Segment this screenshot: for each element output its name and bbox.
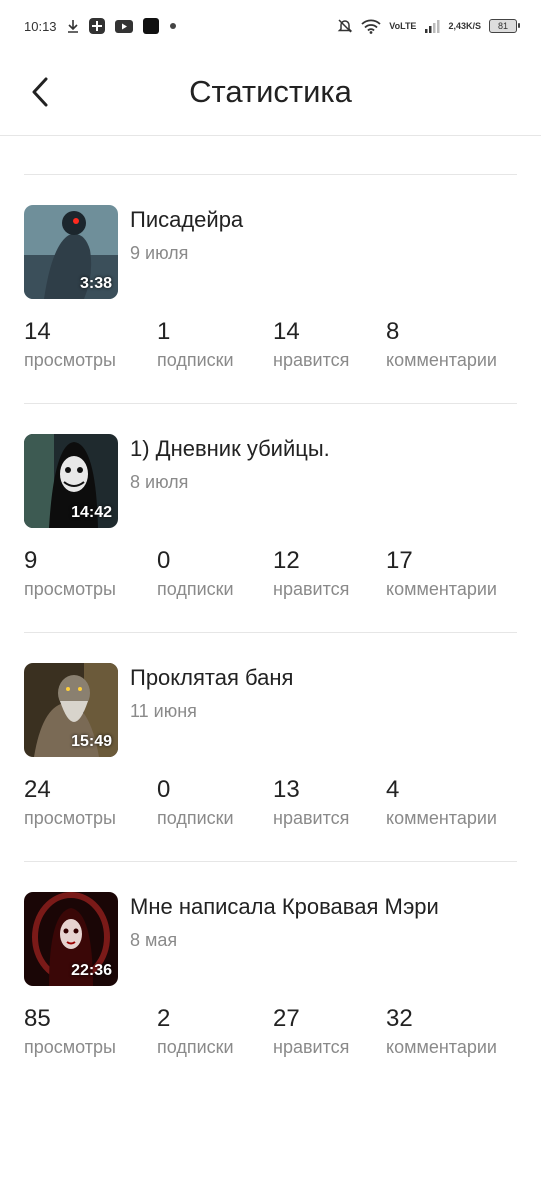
stat-views-value: 85	[24, 1005, 51, 1032]
stat-subscriptions-label: подписки	[157, 1037, 234, 1057]
stat-views-label: просмотры	[24, 350, 116, 370]
volte-top-text: Vo	[389, 20, 401, 31]
stat-comments: 8 комментарии	[386, 317, 497, 373]
stat-likes: 27 нравится	[273, 1004, 349, 1060]
video-thumbnail[interactable]: 22:36	[24, 892, 118, 986]
stat-comments-value: 8	[386, 318, 400, 345]
video-thumbnail[interactable]: 14:42	[24, 434, 118, 528]
download-icon	[67, 19, 79, 33]
network-speed-unit: K/S	[465, 20, 481, 31]
status-right: Vo LTE 2,43 K/S 81	[337, 18, 520, 34]
stat-subscriptions-value: 0	[157, 547, 171, 574]
app-square-icon	[142, 18, 159, 34]
stat-views-value: 9	[24, 547, 38, 574]
video-item: 22:36 Мне написала Кровавая Мэри 8 мая 8…	[24, 862, 517, 1091]
video-stats: 14 просмотры 1 подписки 14 нравится 8 ко…	[24, 317, 517, 377]
video-date: 9 июля	[130, 243, 189, 263]
stat-views-label: просмотры	[24, 1037, 116, 1057]
stat-likes: 12 нравится	[273, 546, 349, 602]
stat-comments: 32 комментарии	[386, 1004, 497, 1060]
video-title[interactable]: Писадейра	[130, 207, 243, 233]
stat-likes-label: нравится	[273, 579, 350, 599]
video-title[interactable]: Мне написала Кровавая Мэри	[130, 894, 439, 920]
stat-subscriptions-label: подписки	[157, 579, 234, 599]
stat-likes-label: нравится	[273, 808, 350, 828]
stat-likes-label: нравится	[273, 1037, 350, 1057]
video-stats: 9 просмотры 0 подписки 12 нравится 17 ко…	[24, 546, 517, 606]
stat-likes-value: 13	[273, 776, 300, 803]
youtube-icon	[114, 19, 133, 33]
stat-comments-label: комментарии	[386, 579, 497, 599]
stat-subscriptions-value: 0	[157, 776, 171, 803]
video-title[interactable]: Проклятая баня	[130, 665, 293, 691]
stat-views-label: просмотры	[24, 808, 116, 828]
video-duration: 15:49	[71, 733, 112, 750]
more-notifications-dot-icon	[169, 22, 177, 30]
stat-subscriptions: 1 подписки	[157, 317, 234, 373]
stat-subscriptions: 0 подписки	[157, 546, 234, 602]
status-time: 10:13	[24, 18, 57, 34]
signal-icon	[424, 19, 440, 33]
battery-level: 81	[497, 21, 508, 31]
stat-views: 14 просмотры	[24, 317, 116, 373]
stat-comments: 4 комментарии	[386, 775, 497, 831]
network-speed: 2,43 K/S	[448, 20, 481, 31]
video-stats: 24 просмотры 0 подписки 13 нравится 4 ко…	[24, 775, 517, 835]
status-left: 10:13	[24, 18, 177, 34]
stat-subscriptions-value: 1	[157, 318, 171, 345]
wifi-icon	[361, 19, 381, 34]
stat-comments-label: комментарии	[386, 350, 497, 370]
volte-bottom-text: LTE	[400, 20, 417, 31]
stat-subscriptions: 2 подписки	[157, 1004, 234, 1060]
stat-comments-value: 32	[386, 1005, 413, 1032]
stat-comments-value: 17	[386, 547, 413, 574]
mute-bell-icon	[337, 18, 353, 34]
stat-comments-label: комментарии	[386, 808, 497, 828]
stat-subscriptions-label: подписки	[157, 350, 234, 370]
video-item: 14:42 1) Дневник убийцы. 8 июля 9 просмо…	[24, 404, 517, 633]
stat-views: 24 просмотры	[24, 775, 116, 831]
app-header: Статистика	[0, 52, 541, 136]
stat-comments: 17 комментарии	[386, 546, 497, 602]
status-bar: 10:13 Vo LTE 2,43 K/S 81	[0, 0, 541, 52]
app-notification-icon	[88, 18, 105, 34]
video-title[interactable]: 1) Дневник убийцы.	[130, 436, 330, 462]
stat-likes-value: 14	[273, 318, 300, 345]
video-date: 8 июля	[130, 472, 189, 492]
video-stats: 85 просмотры 2 подписки 27 нравится 32 к…	[24, 1004, 517, 1064]
stat-likes: 14 нравится	[273, 317, 349, 373]
stat-likes: 13 нравится	[273, 775, 349, 831]
video-list: 3:38 Писадейра 9 июля 14 просмотры 1 под…	[24, 175, 517, 1091]
battery-icon: 81	[489, 19, 520, 33]
stat-views-label: просмотры	[24, 579, 116, 599]
video-item: 3:38 Писадейра 9 июля 14 просмотры 1 под…	[24, 175, 517, 404]
video-thumbnail[interactable]: 15:49	[24, 663, 118, 757]
video-duration: 14:42	[71, 504, 112, 521]
video-date: 11 июня	[130, 701, 197, 721]
stat-subscriptions-value: 2	[157, 1005, 171, 1032]
stat-subscriptions: 0 подписки	[157, 775, 234, 831]
page-title: Статистика	[189, 74, 352, 109]
stat-likes-value: 27	[273, 1005, 300, 1032]
stat-comments-label: комментарии	[386, 1037, 497, 1057]
network-speed-value: 2,43	[448, 20, 466, 31]
stat-subscriptions-label: подписки	[157, 808, 234, 828]
stat-likes-value: 12	[273, 547, 300, 574]
video-item: 15:49 Проклятая баня 11 июня 24 просмотр…	[24, 633, 517, 862]
stat-views: 9 просмотры	[24, 546, 116, 602]
stat-views: 85 просмотры	[24, 1004, 116, 1060]
stat-comments-value: 4	[386, 776, 400, 803]
video-date: 8 мая	[130, 930, 178, 950]
stat-likes-label: нравится	[273, 350, 350, 370]
video-duration: 22:36	[71, 962, 112, 979]
volte-indicator: Vo LTE	[389, 20, 417, 31]
video-duration: 3:38	[79, 275, 112, 292]
video-thumbnail[interactable]: 3:38	[24, 205, 118, 299]
stat-views-value: 14	[24, 318, 51, 345]
stat-views-value: 24	[24, 776, 51, 803]
